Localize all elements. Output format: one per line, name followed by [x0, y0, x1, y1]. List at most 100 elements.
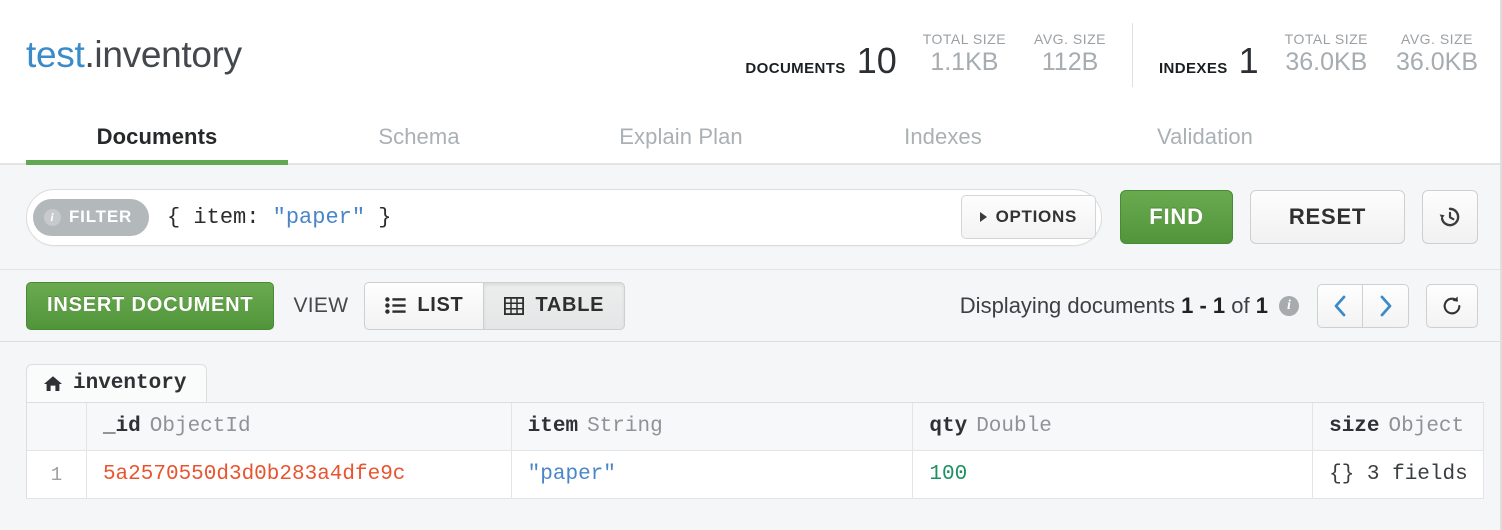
- view-list-button[interactable]: LIST: [364, 282, 484, 330]
- column-name-id: _id: [103, 415, 141, 438]
- indexes-stats: INDEXES 1 TOTAL SIZE 36.0KB AVG. SIZE 36…: [1159, 19, 1478, 91]
- table-header-id[interactable]: _id ObjectId: [87, 403, 512, 451]
- indexes-total-size-label: TOTAL SIZE: [1285, 31, 1368, 49]
- cell-item[interactable]: "paper": [512, 451, 914, 499]
- pagination-total: 1: [1256, 293, 1268, 318]
- documents-sub-stats: TOTAL SIZE 1.1KB AVG. SIZE 112B: [923, 31, 1106, 91]
- query-input[interactable]: { item: "paper" }: [167, 205, 953, 230]
- documents-avg-size-value: 112B: [1034, 48, 1106, 77]
- pagination-status: Displaying documents 1 - 1 of 1: [960, 293, 1268, 319]
- table-header-qty[interactable]: qtyDouble: [913, 403, 1313, 451]
- collection-stats: DOCUMENTS 10 TOTAL SIZE 1.1KB AVG. SIZE …: [745, 19, 1478, 91]
- indexes-avg-size-label: AVG. SIZE: [1396, 31, 1478, 49]
- breadcrumb: inventory: [26, 364, 1500, 402]
- query-value: "paper": [273, 205, 365, 230]
- breadcrumb-item-inventory[interactable]: inventory: [26, 364, 207, 402]
- collection-tabs: Documents Schema Explain Plan Indexes Va…: [0, 110, 1500, 165]
- breadcrumb-label: inventory: [73, 372, 186, 395]
- documents-total-size-value: 1.1KB: [923, 48, 1006, 77]
- documents-table-area: inventory _id ObjectId item String qtyDoub…: [0, 342, 1500, 530]
- pagination: Displaying documents 1 - 1 of 1 i: [960, 284, 1478, 328]
- filter-badge[interactable]: i FILTER: [33, 199, 149, 236]
- options-button[interactable]: OPTIONS: [961, 195, 1096, 239]
- indexes-total-size: TOTAL SIZE 36.0KB: [1285, 31, 1368, 77]
- cell-qty-value: 100: [929, 463, 967, 486]
- query-close: }: [365, 205, 391, 230]
- tab-documents[interactable]: Documents: [26, 110, 288, 163]
- pagination-middle: of: [1225, 293, 1256, 318]
- cell-id[interactable]: 5a2570550d3d0b283a4dfe9c: [87, 451, 512, 499]
- namespace-collection: inventory: [94, 34, 241, 75]
- column-type-size: Object: [1389, 415, 1465, 438]
- namespace-separator: .: [84, 34, 94, 75]
- chevron-left-icon: [1333, 295, 1347, 317]
- refresh-icon: [1441, 295, 1463, 317]
- chevron-right-icon: [1379, 295, 1393, 317]
- options-label: OPTIONS: [996, 207, 1077, 227]
- column-name-item: item: [528, 415, 578, 438]
- pagination-info-icon[interactable]: i: [1279, 296, 1299, 316]
- collection-header: test.inventory DOCUMENTS 10 TOTAL SIZE 1…: [0, 0, 1500, 110]
- documents-avg-size: AVG. SIZE 112B: [1034, 31, 1106, 77]
- query-bar: i FILTER { item: "paper" } OPTIONS FIND …: [0, 165, 1500, 270]
- view-toggle-group: LIST TABLE: [364, 282, 625, 330]
- indexes-count: 1: [1239, 43, 1259, 79]
- column-type-id: ObjectId: [150, 415, 251, 438]
- insert-document-button[interactable]: INSERT DOCUMENT: [26, 282, 274, 330]
- filter-badge-label: FILTER: [69, 207, 132, 227]
- stats-divider: [1132, 23, 1133, 87]
- indexes-avg-size: AVG. SIZE 36.0KB: [1396, 31, 1478, 77]
- mongodb-compass-window: test.inventory DOCUMENTS 10 TOTAL SIZE 1…: [0, 0, 1502, 530]
- table-header-size[interactable]: size Object: [1313, 403, 1484, 451]
- view-label: VIEW: [293, 294, 348, 318]
- query-input-shell[interactable]: i FILTER { item: "paper" } OPTIONS: [26, 189, 1102, 246]
- indexes-avg-size-value: 36.0KB: [1396, 48, 1478, 77]
- indexes-count-block: INDEXES 1: [1159, 43, 1259, 91]
- indexes-total-size-value: 36.0KB: [1285, 48, 1368, 77]
- documents-count: 10: [857, 43, 897, 79]
- indexes-sub-stats: TOTAL SIZE 36.0KB AVG. SIZE 36.0KB: [1285, 31, 1478, 91]
- tab-validation[interactable]: Validation: [1074, 110, 1336, 163]
- next-page-button[interactable]: [1363, 284, 1409, 328]
- cell-size-value: {} 3 fields: [1329, 463, 1468, 486]
- query-open: { item:: [167, 205, 273, 230]
- cell-id-value: 5a2570550d3d0b283a4dfe9c: [103, 463, 405, 486]
- view-list-label: LIST: [417, 294, 463, 317]
- history-icon: [1437, 204, 1463, 230]
- table-header-item[interactable]: item String: [512, 403, 914, 451]
- column-name-qty: qty: [929, 415, 967, 438]
- home-icon: [43, 375, 63, 392]
- pagination-nav: [1317, 284, 1409, 328]
- documents-toolbar: INSERT DOCUMENT VIEW LIST: [0, 270, 1500, 342]
- query-history-button[interactable]: [1422, 190, 1478, 244]
- table-header-row: _id ObjectId item String qtyDouble size Obj…: [27, 403, 1484, 451]
- pagination-range: 1 - 1: [1181, 293, 1225, 318]
- cell-item-value: "paper": [528, 463, 616, 486]
- row-number: 1: [27, 451, 87, 499]
- prev-page-button[interactable]: [1317, 284, 1363, 328]
- find-button[interactable]: FIND: [1120, 190, 1233, 244]
- tab-indexes[interactable]: Indexes: [812, 110, 1074, 163]
- namespace-database: test: [26, 34, 84, 75]
- view-table-label: TABLE: [535, 294, 604, 317]
- table-grid-icon: [504, 297, 524, 315]
- cell-size[interactable]: {} 3 fields: [1313, 451, 1484, 499]
- documents-avg-size-label: AVG. SIZE: [1034, 31, 1106, 49]
- tab-schema[interactable]: Schema: [288, 110, 550, 163]
- documents-stats: DOCUMENTS 10 TOTAL SIZE 1.1KB AVG. SIZE …: [745, 19, 1106, 91]
- cell-qty[interactable]: 100: [913, 451, 1313, 499]
- info-icon: i: [44, 209, 61, 226]
- view-table-button[interactable]: TABLE: [484, 282, 625, 330]
- tab-explain-plan[interactable]: Explain Plan: [550, 110, 812, 163]
- list-icon: [385, 297, 406, 314]
- documents-total-size-label: TOTAL SIZE: [923, 31, 1006, 49]
- column-type-item: String: [587, 415, 663, 438]
- indexes-label: INDEXES: [1159, 60, 1228, 77]
- refresh-documents-button[interactable]: [1426, 284, 1478, 328]
- pagination-prefix: Displaying documents: [960, 293, 1181, 318]
- documents-count-block: DOCUMENTS 10: [745, 43, 896, 91]
- caret-right-icon: [980, 212, 987, 222]
- table-row[interactable]: 1 5a2570550d3d0b283a4dfe9c "paper" 100 {…: [27, 451, 1484, 499]
- reset-button[interactable]: RESET: [1250, 190, 1405, 244]
- column-name-size: size: [1329, 415, 1379, 438]
